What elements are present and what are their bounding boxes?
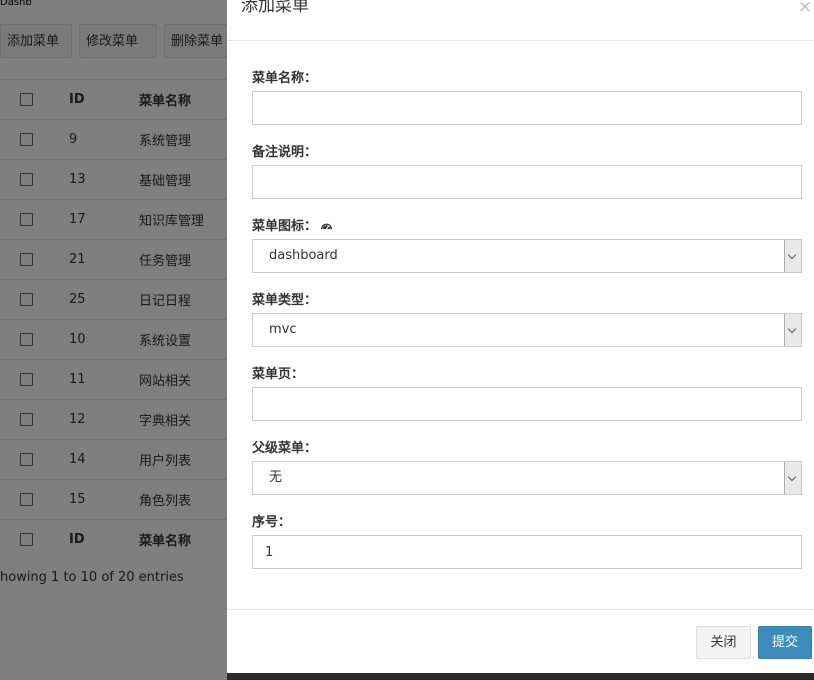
chevron-down-icon[interactable] [784, 240, 801, 272]
submit-button[interactable]: 提交 [758, 626, 812, 659]
menu-type-select[interactable]: mvc [252, 313, 802, 347]
order-input[interactable] [252, 535, 802, 569]
modal-title: 添加菜单 [241, 0, 309, 16]
remark-input[interactable] [252, 165, 802, 199]
close-icon[interactable]: × [796, 0, 814, 16]
modal-header: 添加菜单 × [227, 0, 814, 41]
close-button[interactable]: 关闭 [696, 626, 751, 659]
remark-label: 备注说明： [252, 145, 318, 160]
menu-page-input[interactable] [252, 387, 802, 421]
menu-name-input[interactable] [252, 91, 802, 125]
chevron-down-icon[interactable] [784, 462, 801, 494]
menu-icon-label: 菜单图标： [252, 215, 333, 234]
parent-menu-select[interactable]: 无 [252, 461, 802, 495]
menu-page-label: 菜单页： [252, 367, 305, 382]
add-menu-modal: 添加菜单 × 菜单名称： 备注说明： 菜单图标： dashboard 菜单类型：… [227, 0, 814, 673]
menu-type-label: 菜单类型： [252, 293, 318, 308]
chevron-down-icon[interactable] [784, 314, 801, 346]
menu-icon-label-text: 菜单图标： [252, 219, 318, 234]
menu-type-select-value: mvc [269, 322, 297, 337]
menu-name-label: 菜单名称： [252, 71, 318, 86]
modal-footer: 关闭 提交 [227, 609, 814, 674]
menu-icon-select-value: dashboard [269, 248, 338, 263]
bottom-edge [227, 673, 814, 680]
menu-icon-select[interactable]: dashboard [252, 239, 802, 273]
dashboard-icon [321, 223, 333, 230]
parent-menu-label: 父级菜单： [252, 441, 318, 456]
parent-menu-select-value: 无 [269, 470, 283, 485]
order-label: 序号： [252, 515, 292, 530]
